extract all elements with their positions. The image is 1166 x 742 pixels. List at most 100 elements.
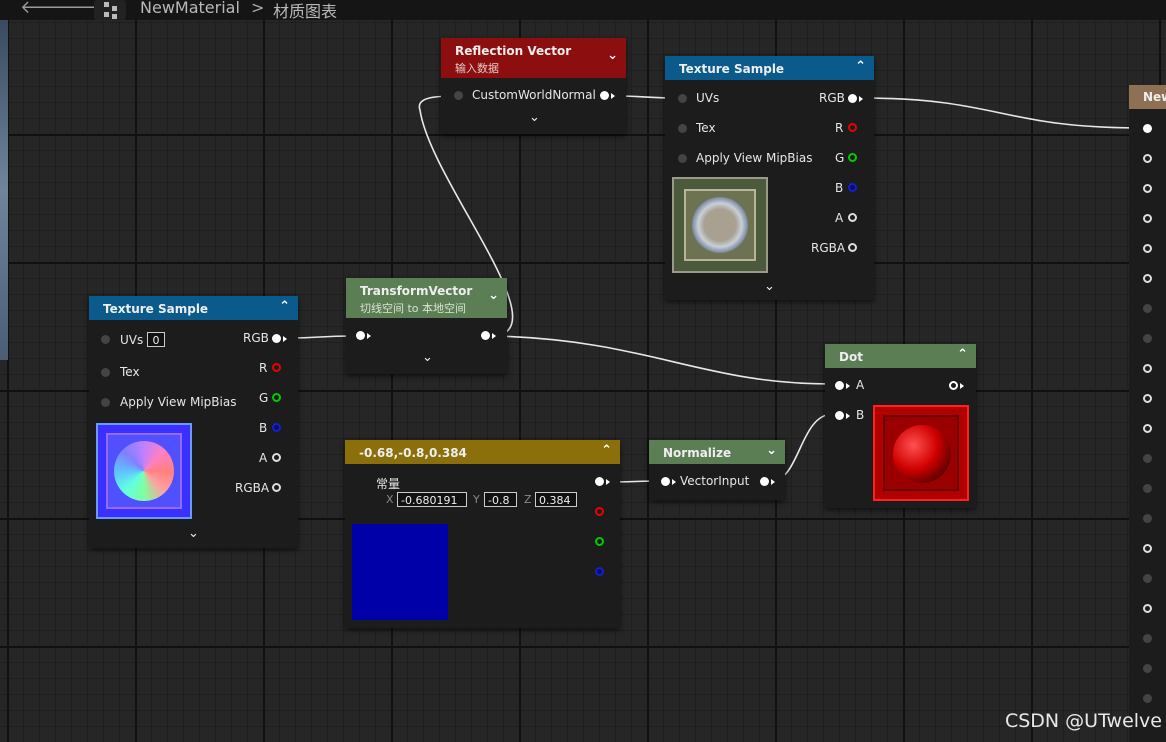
output-pin-rgb[interactable] <box>272 334 281 343</box>
output-pin-r[interactable] <box>848 123 857 132</box>
input-pin[interactable] <box>101 335 110 344</box>
node-title: Reflection Vector <box>455 44 572 58</box>
output-pin-a[interactable] <box>272 453 281 462</box>
texture-sample-top-node[interactable]: Texture Sample ⌃ UVs Tex Apply View MipB… <box>665 56 874 300</box>
output-pin-a[interactable] <box>848 213 857 222</box>
input-pin[interactable] <box>1143 454 1152 463</box>
node-header[interactable]: Texture Sample ⌃ <box>89 296 298 320</box>
expand-chevron-icon[interactable]: ⌄ <box>422 350 433 365</box>
output-pin-g[interactable] <box>848 153 857 162</box>
input-pin[interactable] <box>1143 484 1152 493</box>
output-pin-b[interactable] <box>272 423 281 432</box>
pin-label-g: G <box>835 151 845 165</box>
y-value-input[interactable]: -0.8 <box>484 492 517 507</box>
input-pin[interactable] <box>1143 274 1152 283</box>
input-pin[interactable] <box>1143 154 1152 163</box>
x-axis-label: X <box>386 493 394 506</box>
output-pin-b[interactable] <box>848 183 857 192</box>
output-pin-g[interactable] <box>272 393 281 402</box>
constant3-node[interactable]: -0.68,-0.8,0.384 ⌃ 常量 X -0.680191 Y -0.8… <box>345 440 620 628</box>
input-pin[interactable] <box>1143 544 1152 553</box>
output-pin-rgb[interactable] <box>848 94 857 103</box>
node-title: Texture Sample <box>679 62 785 76</box>
expand-chevron-icon[interactable]: ⌄ <box>764 279 775 294</box>
collapse-chevron-icon[interactable]: ⌃ <box>601 443 612 458</box>
input-pin[interactable] <box>1143 424 1152 433</box>
breadcrumb-graph[interactable]: 材质图表 <box>273 0 337 22</box>
collapse-chevron-icon[interactable]: ⌄ <box>766 443 777 458</box>
input-pin[interactable] <box>1143 124 1152 133</box>
z-value-input[interactable]: 0.384 <box>535 492 577 507</box>
pin-label-uvs: UVs <box>120 333 144 347</box>
input-pin[interactable] <box>1143 184 1152 193</box>
pin-label-a: A <box>856 378 865 392</box>
viewport-edge <box>0 20 8 360</box>
input-pin[interactable] <box>1143 514 1152 523</box>
collapse-chevron-icon[interactable]: ⌃ <box>855 59 866 74</box>
output-pin[interactable] <box>481 331 490 340</box>
input-pin[interactable] <box>1143 664 1152 673</box>
input-pin[interactable] <box>1143 694 1152 703</box>
input-pin[interactable] <box>678 154 687 163</box>
input-pin[interactable] <box>661 477 670 486</box>
texture-preview-image <box>672 177 768 273</box>
input-pin[interactable] <box>454 91 463 100</box>
expand-chevron-icon[interactable]: ⌄ <box>529 110 540 125</box>
expand-chevron-icon[interactable]: ⌄ <box>188 526 199 541</box>
output-pin-rgba[interactable] <box>272 483 281 492</box>
input-pin[interactable] <box>678 124 687 133</box>
output-pin-r[interactable] <box>272 363 281 372</box>
input-pin[interactable] <box>678 94 687 103</box>
input-pin[interactable] <box>1143 364 1152 373</box>
input-pin[interactable] <box>1143 304 1152 313</box>
breadcrumb-material[interactable]: NewMaterial <box>140 0 240 17</box>
input-pin[interactable] <box>1143 334 1152 343</box>
x-value-input[interactable]: -0.680191 <box>397 492 467 507</box>
uvs-value-input[interactable]: 0 <box>147 332 165 347</box>
collapse-chevron-icon[interactable]: ⌃ <box>279 299 290 314</box>
node-header[interactable]: -0.68,-0.8,0.384 ⌃ <box>345 440 620 464</box>
input-pin[interactable] <box>1143 574 1152 583</box>
output-pin-b[interactable] <box>595 567 604 576</box>
dot-node[interactable]: Dot ⌃ A B <box>825 344 976 508</box>
node-header[interactable]: Texture Sample ⌃ <box>665 56 874 80</box>
input-pin[interactable] <box>101 398 110 407</box>
node-header[interactable]: Reflection Vector 输入数据 ⌄ <box>441 38 626 78</box>
output-pin-r[interactable] <box>595 507 604 516</box>
output-pin[interactable] <box>600 91 609 100</box>
collapse-chevron-icon[interactable]: ⌄ <box>488 288 499 303</box>
node-header[interactable]: Normalize ⌄ <box>649 440 785 464</box>
input-pin[interactable] <box>1143 214 1152 223</box>
input-pin[interactable] <box>1143 244 1152 253</box>
pin-label-uvs: UVs <box>696 91 720 105</box>
output-arrow-icon <box>771 479 775 485</box>
reflection-vector-node[interactable]: Reflection Vector 输入数据 ⌄ CustomWorldNorm… <box>441 38 626 134</box>
input-pin-a[interactable] <box>835 381 844 390</box>
input-pin[interactable] <box>1143 634 1152 643</box>
pin-label-rgba: RGBA <box>235 481 270 495</box>
node-header[interactable]: Dot ⌃ <box>825 344 976 368</box>
pin-label-r: R <box>259 361 268 375</box>
transform-vector-node[interactable]: TransformVector 切线空间 to 本地空间 ⌄ ⌄ <box>346 278 507 374</box>
input-pin[interactable] <box>1143 394 1152 403</box>
node-title: Dot <box>839 350 863 364</box>
node-header[interactable]: New <box>1129 85 1166 109</box>
input-pin[interactable] <box>1143 604 1152 613</box>
input-arrow-icon <box>672 479 676 485</box>
node-header[interactable]: TransformVector 切线空间 to 本地空间 ⌄ <box>346 278 507 318</box>
input-pin[interactable] <box>101 368 110 377</box>
input-pin-b[interactable] <box>835 411 844 420</box>
output-pin[interactable] <box>760 477 769 486</box>
output-pin[interactable] <box>949 381 958 390</box>
output-pin-rgba[interactable] <box>848 243 857 252</box>
texture-sample-left-node[interactable]: Texture Sample ⌃ UVs 0 Tex Apply View Mi… <box>89 296 298 548</box>
normalize-node[interactable]: Normalize ⌄ VectorInput <box>649 440 785 500</box>
material-result-node[interactable]: New <box>1129 85 1166 742</box>
collapse-chevron-icon[interactable]: ⌃ <box>957 347 968 362</box>
collapse-chevron-icon[interactable]: ⌄ <box>607 48 618 63</box>
input-pin[interactable] <box>356 331 365 340</box>
output-pin-g[interactable] <box>595 537 604 546</box>
output-pin-rgb[interactable] <box>595 477 604 486</box>
node-graph-icon[interactable] <box>94 0 126 20</box>
pin-label-g: G <box>259 391 269 405</box>
